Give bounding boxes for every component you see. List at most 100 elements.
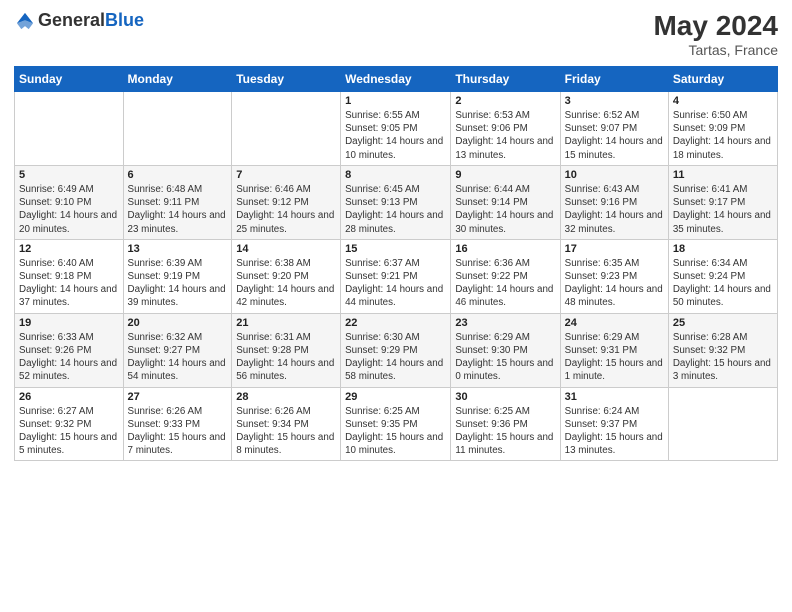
calendar-cell: 5 Sunrise: 6:49 AM Sunset: 9:10 PM Daylig… [15,165,124,239]
day-info: Sunrise: 6:39 AM Sunset: 9:19 PM Dayligh… [128,257,228,310]
logo-general-text: General [38,10,105,30]
col-thursday: Thursday [451,67,560,92]
calendar-cell: 7Sunrise: 6:46 AM Sunset: 9:12 PM Daylig… [232,165,341,239]
calendar-cell: 27 Sunrise: 6:26 AM Sunset: 9:33 PM Dayli… [123,387,232,461]
calendar-cell: 13 Sunrise: 6:39 AM Sunset: 9:19 PM Dayli… [123,239,232,313]
calendar-cell: 25 Sunrise: 6:28 AM Sunset: 9:32 PM Dayli… [668,313,777,387]
calendar-cell: 30 Sunrise: 6:25 AM Sunset: 9:36 PM Dayli… [451,387,560,461]
day-info: Sunrise: 6:36 AM Sunset: 9:22 PM Dayligh… [455,257,555,310]
day-number: 18 [673,243,773,255]
day-number: 25 [673,317,773,329]
location: Tartas, France [653,42,778,58]
day-info: Sunrise: 6:26 AM Sunset: 9:34 PM Dayligh… [236,405,336,458]
calendar-cell: 8 Sunrise: 6:45 AM Sunset: 9:13 PM Daylig… [341,165,451,239]
calendar-cell: 24 Sunrise: 6:29 AM Sunset: 9:31 PM Dayli… [560,313,668,387]
calendar-cell: 21 Sunrise: 6:31 AM Sunset: 9:28 PM Dayli… [232,313,341,387]
day-number: 13 [128,243,228,255]
day-info: Sunrise: 6:29 AM Sunset: 9:30 PM Dayligh… [455,331,555,384]
day-info: Sunrise: 6:48 AM Sunset: 9:11 PM Dayligh… [128,183,228,236]
day-number: 7 [236,169,336,181]
calendar-cell: 23 Sunrise: 6:29 AM Sunset: 9:30 PM Dayli… [451,313,560,387]
col-sunday: Sunday [15,67,124,92]
day-number: 12 [19,243,119,255]
logo-blue-text: Blue [105,10,144,30]
col-friday: Friday [560,67,668,92]
calendar-cell [15,92,124,166]
calendar-week-row: 26 Sunrise: 6:27 AM Sunset: 9:32 PM Dayli… [15,387,778,461]
day-info: Sunrise: 6:40 AM Sunset: 9:18 PM Dayligh… [19,257,119,310]
calendar-cell: 6 Sunrise: 6:48 AM Sunset: 9:11 PM Daylig… [123,165,232,239]
day-info: Sunrise: 6:49 AM Sunset: 9:10 PM Dayligh… [19,183,119,236]
day-number: 5 [19,169,119,181]
calendar-cell: 11Sunrise: 6:41 AM Sunset: 9:17 PM Dayli… [668,165,777,239]
day-number: 11 [673,169,773,181]
calendar-cell: 9Sunrise: 6:44 AM Sunset: 9:14 PM Daylig… [451,165,560,239]
col-wednesday: Wednesday [341,67,451,92]
calendar-cell: 3Sunrise: 6:52 AM Sunset: 9:07 PM Daylig… [560,92,668,166]
calendar-cell [232,92,341,166]
day-info: Sunrise: 6:34 AM Sunset: 9:24 PM Dayligh… [673,257,773,310]
day-info: Sunrise: 6:35 AM Sunset: 9:23 PM Dayligh… [565,257,664,310]
calendar-cell: 19 Sunrise: 6:33 AM Sunset: 9:26 PM Dayli… [15,313,124,387]
day-number: 2 [455,95,555,107]
logo-icon [14,10,36,32]
logo: GeneralBlue [14,10,144,32]
day-info: Sunrise: 6:25 AM Sunset: 9:36 PM Dayligh… [455,405,555,458]
col-saturday: Saturday [668,67,777,92]
calendar-cell: 22 Sunrise: 6:30 AM Sunset: 9:29 PM Dayli… [341,313,451,387]
calendar-cell: 20 Sunrise: 6:32 AM Sunset: 9:27 PM Dayli… [123,313,232,387]
day-number: 17 [565,243,664,255]
day-number: 22 [345,317,446,329]
calendar-cell [668,387,777,461]
calendar-week-row: 12 Sunrise: 6:40 AM Sunset: 9:18 PM Dayli… [15,239,778,313]
day-number: 27 [128,391,228,403]
day-info: Sunrise: 6:52 AM Sunset: 9:07 PM Dayligh… [565,109,664,162]
day-number: 26 [19,391,119,403]
day-info: Sunrise: 6:55 AM Sunset: 9:05 PM Dayligh… [345,109,446,162]
calendar-cell: 18 Sunrise: 6:34 AM Sunset: 9:24 PM Dayli… [668,239,777,313]
calendar-week-row: 19 Sunrise: 6:33 AM Sunset: 9:26 PM Dayli… [15,313,778,387]
calendar-cell: 12 Sunrise: 6:40 AM Sunset: 9:18 PM Dayli… [15,239,124,313]
day-number: 1 [345,95,446,107]
day-info: Sunrise: 6:28 AM Sunset: 9:32 PM Dayligh… [673,331,773,384]
day-number: 8 [345,169,446,181]
col-tuesday: Tuesday [232,67,341,92]
day-number: 9 [455,169,555,181]
day-info: Sunrise: 6:26 AM Sunset: 9:33 PM Dayligh… [128,405,228,458]
calendar-header: GeneralBlue May 2024 Tartas, France [14,10,778,58]
day-number: 29 [345,391,446,403]
calendar-cell: 10Sunrise: 6:43 AM Sunset: 9:16 PM Dayli… [560,165,668,239]
day-info: Sunrise: 6:24 AM Sunset: 9:37 PM Dayligh… [565,405,664,458]
day-info: Sunrise: 6:33 AM Sunset: 9:26 PM Dayligh… [19,331,119,384]
day-info: Sunrise: 6:53 AM Sunset: 9:06 PM Dayligh… [455,109,555,162]
calendar-cell: 26 Sunrise: 6:27 AM Sunset: 9:32 PM Dayli… [15,387,124,461]
day-number: 28 [236,391,336,403]
day-info: Sunrise: 6:50 AM Sunset: 9:09 PM Dayligh… [673,109,773,162]
day-info: Sunrise: 6:32 AM Sunset: 9:27 PM Dayligh… [128,331,228,384]
calendar-cell: 2 Sunrise: 6:53 AM Sunset: 9:06 PM Daylig… [451,92,560,166]
day-number: 20 [128,317,228,329]
day-number: 16 [455,243,555,255]
day-info: Sunrise: 6:29 AM Sunset: 9:31 PM Dayligh… [565,331,664,384]
title-block: May 2024 Tartas, France [653,10,778,58]
day-number: 21 [236,317,336,329]
day-number: 23 [455,317,555,329]
day-info: Sunrise: 6:37 AM Sunset: 9:21 PM Dayligh… [345,257,446,310]
calendar-header-row: Sunday Monday Tuesday Wednesday Thursday… [15,67,778,92]
calendar-cell: 16 Sunrise: 6:36 AM Sunset: 9:22 PM Dayli… [451,239,560,313]
day-info: Sunrise: 6:30 AM Sunset: 9:29 PM Dayligh… [345,331,446,384]
day-number: 19 [19,317,119,329]
calendar-cell: 28 Sunrise: 6:26 AM Sunset: 9:34 PM Dayli… [232,387,341,461]
day-info: Sunrise: 6:38 AM Sunset: 9:20 PM Dayligh… [236,257,336,310]
day-number: 15 [345,243,446,255]
day-number: 6 [128,169,228,181]
day-number: 30 [455,391,555,403]
day-info: Sunrise: 6:45 AM Sunset: 9:13 PM Dayligh… [345,183,446,236]
day-info: Sunrise: 6:25 AM Sunset: 9:35 PM Dayligh… [345,405,446,458]
month-year: May 2024 [653,10,778,42]
calendar-cell: 1 Sunrise: 6:55 AM Sunset: 9:05 PM Daylig… [341,92,451,166]
calendar-cell [123,92,232,166]
day-info: Sunrise: 6:31 AM Sunset: 9:28 PM Dayligh… [236,331,336,384]
day-number: 24 [565,317,664,329]
day-info: Sunrise: 6:27 AM Sunset: 9:32 PM Dayligh… [19,405,119,458]
